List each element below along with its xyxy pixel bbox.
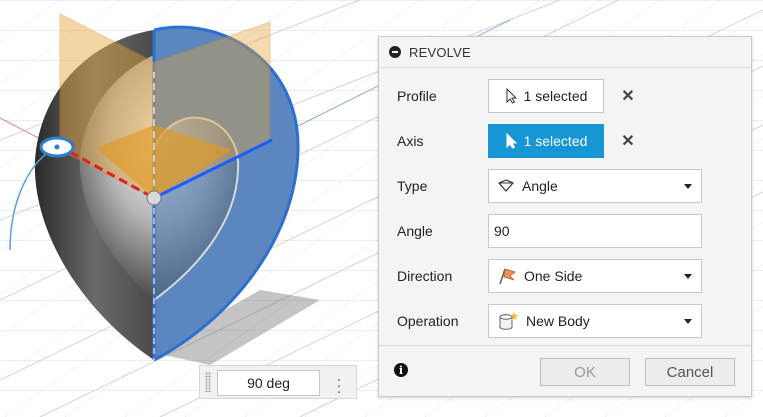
- axis-label: Axis: [397, 132, 424, 149]
- angle-input[interactable]: 90: [488, 213, 702, 248]
- axis-row: Axis 1 selected ✕: [379, 118, 751, 163]
- dialog-title: REVOLVE: [409, 44, 471, 60]
- more-options-icon[interactable]: ...: [333, 369, 345, 397]
- type-row: Type Angle: [379, 163, 751, 208]
- dialog-footer: i OK Cancel: [379, 345, 751, 397]
- direction-label: Direction: [397, 267, 453, 284]
- direction-flag-icon: [499, 267, 516, 284]
- direction-value: One Side: [524, 267, 583, 284]
- drag-handle[interactable]: [205, 372, 211, 392]
- cursor-select-icon: [506, 87, 517, 104]
- axis-select-button[interactable]: 1 selected: [488, 123, 604, 158]
- ok-button[interactable]: OK: [540, 358, 630, 386]
- angle-value-box: 90 deg ...: [199, 365, 357, 399]
- origin-point[interactable]: [146, 190, 162, 206]
- dialog-header[interactable]: REVOLVE: [379, 37, 751, 68]
- angle-row: Angle 90: [379, 208, 751, 253]
- type-dropdown[interactable]: Angle: [488, 168, 702, 203]
- direction-row: Direction One Side: [379, 253, 751, 298]
- operation-row: Operation New Body: [379, 298, 751, 343]
- profile-value: 1 selected: [523, 87, 588, 104]
- chevron-down-icon: [684, 318, 692, 324]
- angle-type-icon: [498, 178, 514, 192]
- profile-select-button[interactable]: 1 selected: [488, 78, 604, 113]
- cursor-select-icon: [506, 132, 517, 149]
- chevron-down-icon: [684, 183, 692, 189]
- cancel-button[interactable]: Cancel: [645, 358, 735, 386]
- angle-canvas-input[interactable]: 90 deg: [217, 370, 320, 396]
- profile-row: Profile 1 selected ✕: [379, 73, 751, 118]
- profile-label: Profile: [397, 87, 437, 104]
- collapse-icon[interactable]: [389, 46, 401, 58]
- chevron-down-icon: [684, 273, 692, 279]
- operation-dropdown[interactable]: New Body: [488, 303, 702, 338]
- axis-value: 1 selected: [523, 132, 588, 149]
- revolve-dialog: REVOLVE Profile 1 selected ✕ Axis 1 sele…: [378, 36, 752, 397]
- type-value: Angle: [522, 177, 558, 194]
- angle-label: Angle: [397, 222, 433, 239]
- type-label: Type: [397, 177, 428, 194]
- info-icon[interactable]: i: [394, 363, 408, 377]
- new-body-icon: [499, 311, 518, 330]
- operation-label: Operation: [397, 312, 459, 329]
- clear-selection-icon[interactable]: ✕: [621, 133, 635, 150]
- direction-dropdown[interactable]: One Side: [488, 258, 702, 293]
- operation-value: New Body: [526, 312, 590, 329]
- clear-selection-icon[interactable]: ✕: [621, 88, 635, 105]
